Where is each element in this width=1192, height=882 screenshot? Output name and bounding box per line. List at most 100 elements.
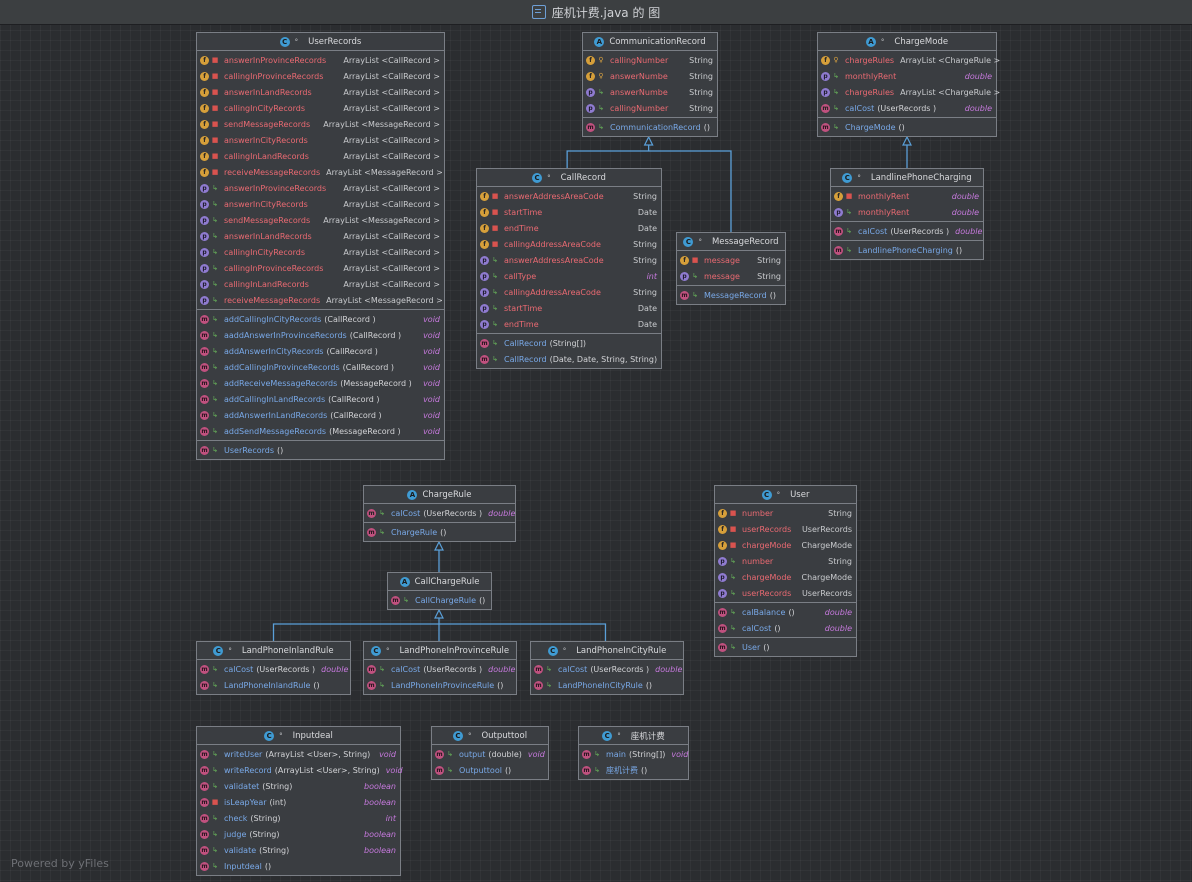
method-row[interactable]: m ↳ calCost (UserRecords ) double bbox=[364, 505, 515, 521]
method-row[interactable]: m ↳ UserRecords() bbox=[197, 442, 444, 458]
method-row[interactable]: m ↳ addCallingInProvinceRecords (CallRecord… bbox=[197, 359, 444, 375]
method-row[interactable]: m ↳ writeRecord (ArrayList <User>, String) v… bbox=[197, 762, 403, 778]
field-row[interactable]: f ■ receiveMessageRecords ArrayList <Messag… bbox=[197, 164, 444, 180]
field-row[interactable]: f ■ message String bbox=[677, 252, 785, 268]
class-node-land-phone-in-province-rule[interactable]: C ° LandPhoneInProvinceRule m ↳ calCost (UserR… bbox=[363, 641, 517, 695]
field-row[interactable]: f ♀ chargeRules ArrayList <ChargeRule > bbox=[818, 52, 1000, 68]
method-row[interactable]: m ■ isLeapYear (int) boolean bbox=[197, 794, 400, 810]
field-row[interactable]: p ↳ answerNumbe String bbox=[583, 84, 717, 100]
method-row[interactable]: m ↳ main (String[]) void bbox=[579, 746, 688, 762]
method-row[interactable]: m ↳ ChargeMode() bbox=[818, 119, 996, 135]
method-row[interactable]: m ↳ validate (String) boolean bbox=[197, 842, 400, 858]
method-row[interactable]: m ↳ validatet (String) boolean bbox=[197, 778, 400, 794]
method-row[interactable]: m ↳ Inputdeal() bbox=[197, 858, 400, 874]
method-row[interactable]: m ↳ calCost (UserRecords ) double bbox=[197, 661, 350, 677]
method-row[interactable]: m ↳ LandPhoneInCityRule() bbox=[531, 677, 683, 693]
method-row[interactable]: m ↳ LandPhoneInProvinceRule() bbox=[364, 677, 516, 693]
field-row[interactable]: p ↳ answerInCityRecords ArrayList <CallReco… bbox=[197, 196, 444, 212]
field-row[interactable]: f ■ callingAddressAreaCode String bbox=[477, 236, 661, 252]
field-row[interactable]: p ↳ receiveMessageRecords ArrayList <Messag… bbox=[197, 292, 444, 308]
field-row[interactable]: p ↳ chargeMode ChargeMode bbox=[715, 569, 856, 585]
class-node-outputtool[interactable]: C ° Outputtool m ↳ output (double) void m ↳ Output… bbox=[431, 726, 549, 780]
method-row[interactable]: m ↳ calCost() double bbox=[715, 620, 856, 636]
method-row[interactable]: m ↳ calCost (UserRecords ) double bbox=[831, 223, 983, 239]
field-row[interactable]: p ↳ startTime Date bbox=[477, 300, 661, 316]
field-row[interactable]: p ↳ answerInLandRecords ArrayList <CallReco… bbox=[197, 228, 444, 244]
method-row[interactable]: m ↳ judge (String) boolean bbox=[197, 826, 400, 842]
field-row[interactable]: p ↳ chargeRules ArrayList <ChargeRule > bbox=[818, 84, 1000, 100]
field-row[interactable]: f ■ number String bbox=[715, 505, 856, 521]
field-row[interactable]: f ■ answerInLandRecords ArrayList <CallReco… bbox=[197, 84, 444, 100]
field-row[interactable]: p ↳ sendMessageRecords ArrayList <MessageRe… bbox=[197, 212, 444, 228]
field-row[interactable]: p ↳ number String bbox=[715, 553, 856, 569]
member-type: String bbox=[633, 239, 657, 249]
field-row[interactable]: f ♀ callingNumber String bbox=[583, 52, 717, 68]
field-row[interactable]: p ↳ callingNumber String bbox=[583, 100, 717, 116]
class-node-main[interactable]: C ° 座机计费 m ↳ main (String[]) void m ↳ 座机计费() bbox=[578, 726, 689, 780]
method-row[interactable]: m ↳ addSendMessageRecords (MessageRecord ) v… bbox=[197, 423, 444, 439]
field-row[interactable]: f ■ answerAddressAreaCode String bbox=[477, 188, 661, 204]
method-row[interactable]: m ↳ addCallingInCityRecords (CallRecord ) vo… bbox=[197, 311, 444, 327]
field-row[interactable]: p ↳ callingAddressAreaCode String bbox=[477, 284, 661, 300]
member-type: void bbox=[423, 346, 440, 356]
field-row[interactable]: f ■ startTime Date bbox=[477, 204, 661, 220]
class-node-charge-mode[interactable]: A ° ChargeMode f ♀ chargeRules ArrayList <Char… bbox=[817, 32, 1000, 137]
field-row[interactable]: f ♀ answerNumbe String bbox=[583, 68, 717, 84]
class-node-user[interactable]: C ° User f ■ number String f ■ userRecords UserRec… bbox=[714, 485, 857, 657]
method-row[interactable]: m ↳ calCost (UserRecords ) double bbox=[818, 100, 996, 116]
class-node-inputdeal[interactable]: C ° Inputdeal m ↳ writeUser (ArrayList <User>,… bbox=[196, 726, 403, 876]
method-row[interactable]: m ↳ addAnswerInLandRecords (CallRecord ) voi… bbox=[197, 407, 444, 423]
field-row[interactable]: p ↳ monthlyRent double bbox=[831, 204, 983, 220]
field-row[interactable]: p ↳ callingInProvinceRecords ArrayList <Cal… bbox=[197, 260, 444, 276]
field-row[interactable]: p ↳ callingInCityRecords ArrayList <CallRec… bbox=[197, 244, 444, 260]
field-row[interactable]: p ↳ monthlyRent double bbox=[818, 68, 996, 84]
method-row[interactable]: m ↳ User() bbox=[715, 639, 856, 655]
field-row[interactable]: f ■ endTime Date bbox=[477, 220, 661, 236]
class-node-call-record[interactable]: C ° CallRecord f ■ answerAddressAreaCode Strin… bbox=[476, 168, 662, 369]
class-node-message-record[interactable]: C ° MessageRecord f ■ message String p ↳ message S… bbox=[676, 232, 786, 305]
field-row[interactable]: p ↳ message String bbox=[677, 268, 785, 284]
method-row[interactable]: m ↳ ChargeRule() bbox=[364, 524, 515, 540]
field-row[interactable]: p ↳ userRecords UserRecords bbox=[715, 585, 856, 601]
method-row[interactable]: m ↳ CallRecord (String[]) bbox=[477, 335, 661, 351]
method-row[interactable]: m ↳ addCallingInLandRecords (CallRecord ) vo… bbox=[197, 391, 444, 407]
method-row[interactable]: m ↳ writeUser (ArrayList <User>, String) voi… bbox=[197, 746, 400, 762]
class-node-land-phone-inland-rule[interactable]: C ° LandPhoneInlandRule m ↳ calCost (UserRecor… bbox=[196, 641, 351, 695]
class-node-communication-record[interactable]: A CommunicationRecord f ♀ callingNumber Strin… bbox=[582, 32, 718, 137]
field-row[interactable]: f ■ answerInProvinceRecords ArrayList <Call… bbox=[197, 52, 444, 68]
class-node-land-phone-in-city-rule[interactable]: C ° LandPhoneInCityRule m ↳ calCost (UserRecor… bbox=[530, 641, 684, 695]
field-row[interactable]: f ■ callingInLandRecords ArrayList <CallRec… bbox=[197, 148, 444, 164]
field-row[interactable]: p ↳ callType int bbox=[477, 268, 661, 284]
class-node-call-charge-rule[interactable]: A CallChargeRule m ↳ CallChargeRule() bbox=[387, 572, 492, 610]
field-row[interactable]: p ↳ endTime Date bbox=[477, 316, 661, 332]
method-row[interactable]: m ↳ CommunicationRecord() bbox=[583, 119, 717, 135]
method-row[interactable]: m ↳ LandPhoneInlandRule() bbox=[197, 677, 350, 693]
method-row[interactable]: m ↳ 座机计费() bbox=[579, 762, 688, 778]
method-row[interactable]: m ↳ MessageRecord() bbox=[677, 287, 785, 303]
method-row[interactable]: m ↳ output (double) void bbox=[432, 746, 548, 762]
method-row[interactable]: m ↳ aaddAnswerInProvinceRecords (CallRecord… bbox=[197, 327, 444, 343]
method-row[interactable]: m ↳ Outputtool() bbox=[432, 762, 548, 778]
method-row[interactable]: m ↳ CallChargeRule() bbox=[388, 592, 491, 608]
field-row[interactable]: f ■ chargeMode ChargeMode bbox=[715, 537, 856, 553]
method-row[interactable]: m ↳ check (String) int bbox=[197, 810, 400, 826]
field-row[interactable]: f ■ userRecords UserRecords bbox=[715, 521, 856, 537]
method-row[interactable]: m ↳ calCost (UserRecords ) double bbox=[364, 661, 516, 677]
class-node-user-records[interactable]: C ° UserRecords f ■ answerInProvinceRecords Ar… bbox=[196, 32, 445, 460]
method-row[interactable]: m ↳ addReceiveMessageRecords (MessageRecord… bbox=[197, 375, 444, 391]
method-row[interactable]: m ↳ CallRecord (Date, Date, String, String) bbox=[477, 351, 661, 367]
class-node-charge-rule[interactable]: A ChargeRule m ↳ calCost (UserRecords ) double… bbox=[363, 485, 516, 542]
field-row[interactable]: p ↳ answerInProvinceRecords ArrayList <Call… bbox=[197, 180, 444, 196]
field-row[interactable]: p ↳ callingInLandRecords ArrayList <CallRec… bbox=[197, 276, 444, 292]
field-row[interactable]: f ■ answerInCityRecords ArrayList <CallReco… bbox=[197, 132, 444, 148]
field-row[interactable]: f ■ monthlyRent double bbox=[831, 188, 983, 204]
field-row[interactable]: p ↳ answerAddressAreaCode String bbox=[477, 252, 661, 268]
field-row[interactable]: f ■ callingInCityRecords ArrayList <CallRec… bbox=[197, 100, 444, 116]
field-row[interactable]: f ■ callingInProvinceRecords ArrayList <Cal… bbox=[197, 68, 444, 84]
method-row[interactable]: m ↳ calBalance() double bbox=[715, 604, 856, 620]
field-row[interactable]: f ■ sendMessageRecords ArrayList <MessageRe… bbox=[197, 116, 444, 132]
class-node-landline-phone-charging[interactable]: C ° LandlinePhoneCharging f ■ monthlyRent doub… bbox=[830, 168, 984, 260]
method-row[interactable]: m ↳ LandlinePhoneCharging() bbox=[831, 242, 983, 258]
method-row[interactable]: m ↳ calCost (UserRecords ) double bbox=[531, 661, 683, 677]
method-row[interactable]: m ↳ addAnswerInCityRecords (CallRecord ) voi… bbox=[197, 343, 444, 359]
